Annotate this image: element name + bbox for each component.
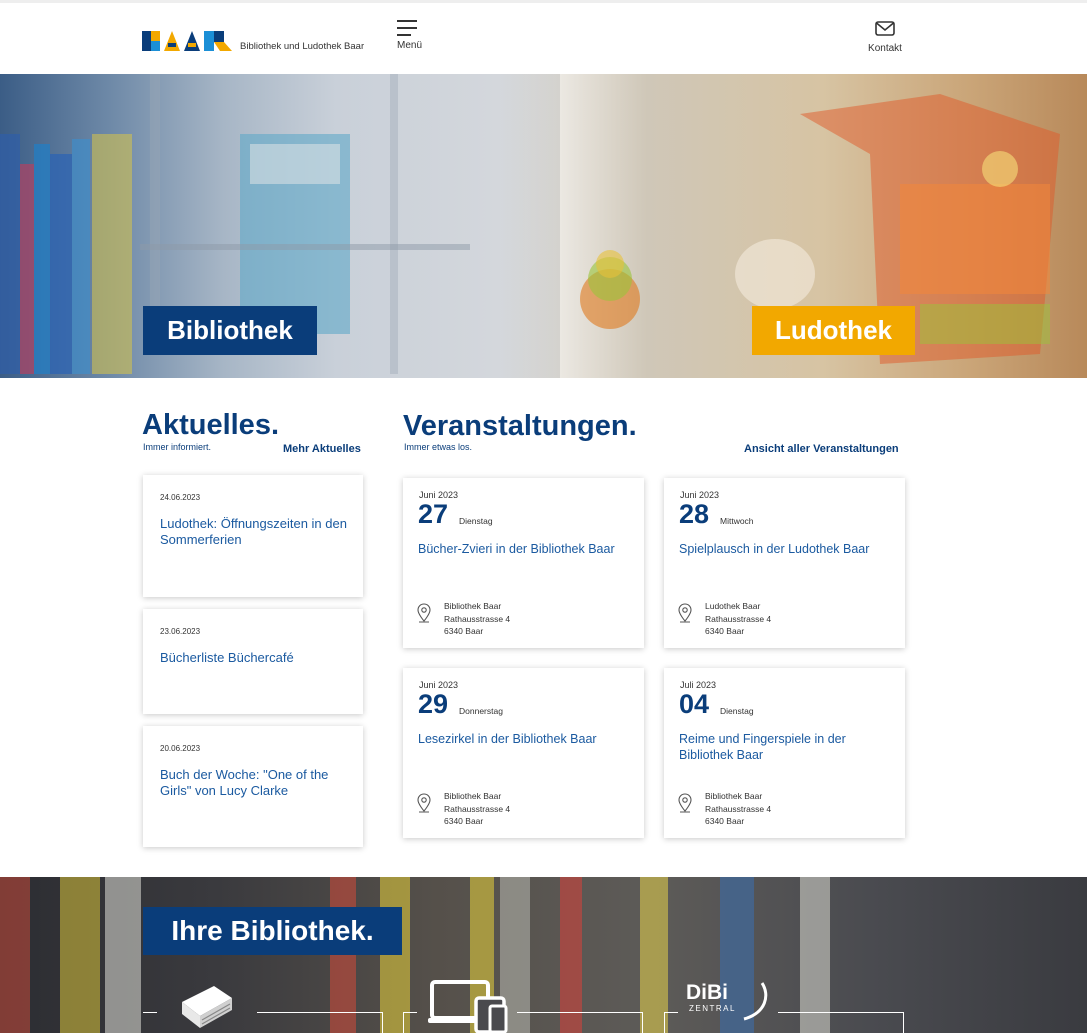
event-weekday: Dienstag <box>720 706 754 716</box>
menu-label: Menü <box>397 40 423 51</box>
address-line: Rathausstrasse 4 <box>444 613 511 624</box>
events-section-title: Veranstaltungen. <box>403 410 637 442</box>
address-line: 6340 Baar <box>444 626 484 636</box>
event-card[interactable]: Juni 2023 29 Donnerstag Lesezirkel in de… <box>403 668 644 838</box>
book-spine <box>560 877 582 1033</box>
news-card[interactable]: 23.06.2023 Bücherliste Büchercafé <box>143 609 363 714</box>
hamburger-icon <box>397 20 427 36</box>
book-spine <box>0 877 30 1033</box>
devices-icon[interactable] <box>428 980 510 1033</box>
book-spine <box>380 877 410 1033</box>
tile-border <box>664 1012 678 1013</box>
baar-logo-icon <box>142 31 232 51</box>
news-title[interactable]: Buch der Woche: "One of the Girls" von L… <box>160 767 350 799</box>
book-spine <box>105 877 141 1033</box>
library-section-title: Ihre Bibliothek. <box>143 907 402 955</box>
address-line: Rathausstrasse 4 <box>705 613 772 624</box>
envelope-icon <box>875 21 895 36</box>
event-address: Bibliothek Baar Rathausstrasse 4 6340 Ba… <box>705 790 771 828</box>
book-spine <box>800 877 830 1033</box>
dibi-swoosh-icon <box>743 982 768 1021</box>
event-title[interactable]: Reime und Fingerspiele in der Bibliothek… <box>679 731 889 763</box>
tile-border <box>257 1012 383 1013</box>
news-title[interactable]: Bücherliste Büchercafé <box>160 650 350 666</box>
location-pin-icon <box>678 793 692 813</box>
tile-border <box>143 1012 157 1013</box>
news-title[interactable]: Ludothek: Öffnungszeiten in den Sommerfe… <box>160 516 350 548</box>
logo-text: Bibliothek und Ludothek Baar <box>240 41 365 52</box>
tile-border <box>517 1012 643 1013</box>
tile-border <box>642 1012 643 1033</box>
event-weekday: Mittwoch <box>720 516 754 526</box>
news-date: 20.06.2023 <box>160 744 201 753</box>
event-day: 04 <box>679 689 710 719</box>
news-date: 24.06.2023 <box>160 493 201 502</box>
book-spine <box>640 877 668 1033</box>
event-card[interactable]: Juni 2023 28 Mittwoch Spielplausch in de… <box>664 478 905 648</box>
event-title[interactable]: Lesezirkel in der Bibliothek Baar <box>418 731 628 747</box>
location-pin-icon <box>417 603 431 623</box>
news-card[interactable]: 24.06.2023 Ludothek: Öffnungszeiten in d… <box>143 475 363 597</box>
event-address: Bibliothek Baar Rathausstrasse 4 6340 Ba… <box>444 790 510 828</box>
address-line: 6340 Baar <box>705 626 745 636</box>
news-section-title: Aktuelles. <box>142 409 279 441</box>
event-day: 27 <box>418 499 449 529</box>
site-header: Bibliothek und Ludothek Baar Menü Kontak… <box>0 0 1087 74</box>
all-events-link[interactable]: Ansicht aller Veranstaltungen <box>744 443 899 455</box>
menu-button[interactable]: Menü <box>397 20 427 51</box>
event-title[interactable]: Spielplausch in der Ludothek Baar <box>679 541 889 557</box>
contact-button[interactable]: Kontakt <box>862 21 908 54</box>
dibi-zentral-logo[interactable]: DiBi <box>686 981 728 1005</box>
event-day: 28 <box>679 499 710 529</box>
book-icon[interactable] <box>178 980 236 1030</box>
event-card[interactable]: Juni 2023 27 Dienstag Bücher-Zvieri in d… <box>403 478 644 648</box>
more-news-link[interactable]: Mehr Aktuelles <box>283 443 361 455</box>
tile-border <box>403 1012 417 1013</box>
event-card[interactable]: Juli 2023 04 Dienstag Reime und Fingersp… <box>664 668 905 838</box>
hero-banner: Bibliothek Ludothek <box>0 74 1087 378</box>
location-pin-icon <box>678 603 692 623</box>
news-card[interactable]: 20.06.2023 Buch der Woche: "One of the G… <box>143 726 363 847</box>
library-button[interactable]: Bibliothek <box>143 306 317 355</box>
event-address: Bibliothek Baar Rathausstrasse 4 6340 Ba… <box>444 600 510 638</box>
event-address: Ludothek Baar Rathausstrasse 4 6340 Baar <box>705 600 771 638</box>
address-line: Bibliothek Baar <box>444 601 502 611</box>
location-pin-icon <box>417 793 431 813</box>
address-line: Ludothek Baar <box>705 601 761 611</box>
tile-border <box>664 1012 665 1033</box>
address-line: Bibliothek Baar <box>444 791 502 801</box>
address-line: Rathausstrasse 4 <box>444 803 511 814</box>
event-weekday: Donnerstag <box>459 706 503 716</box>
contact-label: Kontakt <box>868 43 902 54</box>
tile-border <box>903 1012 904 1033</box>
dibi-zentral-subtitle: ZENTRAL <box>689 1004 736 1013</box>
ludothek-button[interactable]: Ludothek <box>752 306 915 355</box>
event-weekday: Dienstag <box>459 516 493 526</box>
address-line: Bibliothek Baar <box>705 791 763 801</box>
book-spine <box>60 877 100 1033</box>
site-logo[interactable]: Bibliothek und Ludothek Baar <box>142 28 364 54</box>
event-day: 29 <box>418 689 449 719</box>
address-line: Rathausstrasse 4 <box>705 803 772 814</box>
tile-border <box>403 1012 404 1033</box>
library-section: Ihre Bibliothek. DiBi ZENTRAL <box>0 877 1087 1033</box>
news-date: 23.06.2023 <box>160 627 201 636</box>
tile-border <box>778 1012 904 1013</box>
event-title[interactable]: Bücher-Zvieri in der Bibliothek Baar <box>418 541 628 557</box>
news-section-subtitle: Immer informiert. <box>143 442 212 452</box>
events-section-subtitle: Immer etwas los. <box>404 442 473 452</box>
tile-border <box>382 1012 383 1033</box>
address-line: 6340 Baar <box>705 816 745 826</box>
address-line: 6340 Baar <box>444 816 484 826</box>
book-spine <box>330 877 356 1033</box>
